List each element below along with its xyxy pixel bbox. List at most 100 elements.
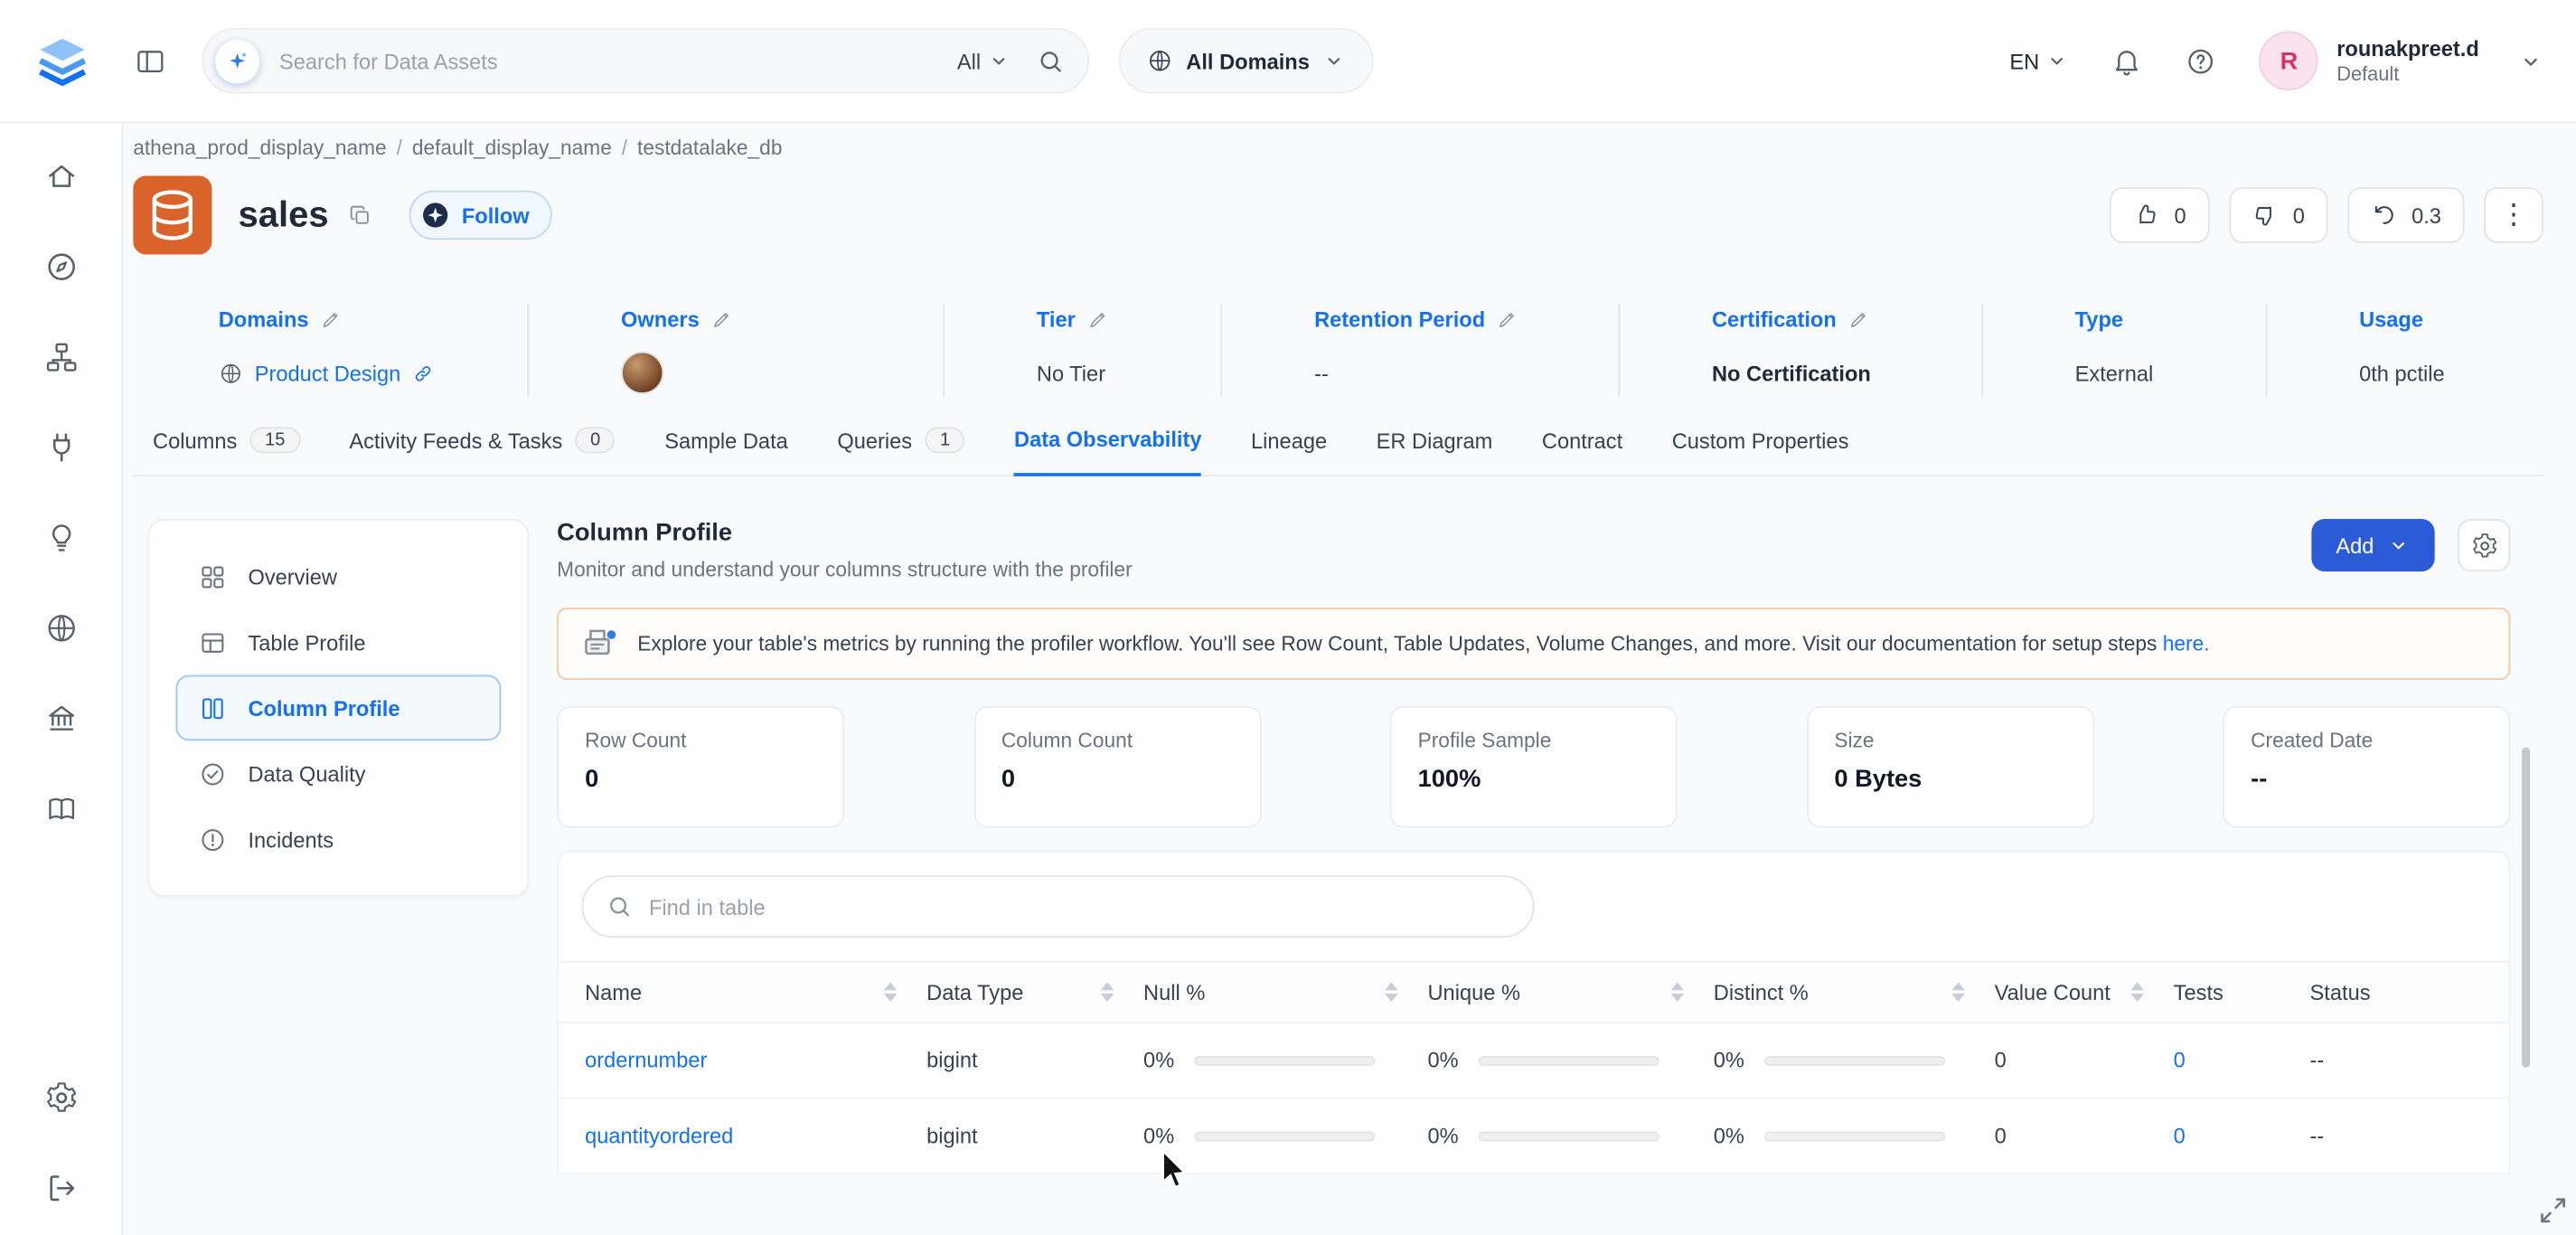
edit-pencil-icon[interactable]: [1087, 309, 1109, 331]
left-nav-rail: [0, 123, 124, 1235]
tab-label: Columns: [153, 428, 238, 453]
profile-nav-incidents[interactable]: Incidents: [175, 806, 501, 872]
copy-icon[interactable]: [348, 203, 372, 227]
edit-pencil-icon[interactable]: [320, 309, 342, 331]
tab-sample-data[interactable]: Sample Data: [664, 427, 788, 475]
tab-columns[interactable]: Columns 15: [153, 427, 300, 475]
section-title: Column Profile: [557, 519, 733, 547]
sidenav-home-button[interactable]: [43, 159, 78, 193]
owner-avatar[interactable]: [621, 351, 664, 394]
usage-label: Usage: [2359, 306, 2424, 332]
app-logo-icon[interactable]: [33, 32, 91, 90]
follow-button[interactable]: Follow: [409, 190, 553, 240]
find-in-table-input[interactable]: [648, 894, 1510, 919]
tests-link[interactable]: 0: [2174, 1123, 2186, 1147]
columns-table-card: Name Data Type Null % Unique % Distinct …: [557, 850, 2511, 1174]
sidenav-glossary-button[interactable]: [43, 792, 78, 826]
sort-icon[interactable]: [1670, 982, 1685, 1003]
table-icon: [199, 628, 227, 656]
search-scope-dropdown[interactable]: All: [957, 49, 1011, 73]
progress-bar: [1763, 1055, 1945, 1066]
sort-icon[interactable]: [1100, 982, 1114, 1003]
sidenav-settings-button[interactable]: [43, 1080, 78, 1115]
home-icon: [48, 165, 74, 187]
help-icon[interactable]: [2186, 45, 2217, 77]
alert-circle-icon: [199, 825, 227, 853]
tier-value: No Tier: [1036, 360, 1106, 385]
notifications-bell-icon[interactable]: [2111, 45, 2143, 77]
sort-icon[interactable]: [1385, 982, 1398, 1003]
profile-nav-table-profile[interactable]: Table Profile: [175, 609, 501, 675]
unique-pct-value: 0%: [1427, 1123, 1459, 1148]
tab-label: Sample Data: [664, 428, 788, 453]
language-selector[interactable]: EN: [2009, 49, 2069, 73]
banner-docs-link[interactable]: here.: [2163, 632, 2210, 655]
version-history-button[interactable]: 0.3: [2347, 187, 2465, 243]
column-name-link[interactable]: ordernumber: [585, 1048, 707, 1072]
find-in-table[interactable]: [581, 875, 1535, 938]
chevron-down-icon: [2518, 49, 2543, 73]
upvote-button[interactable]: 0: [2110, 187, 2210, 243]
stat-label: Size: [1834, 729, 1875, 752]
more-options-button[interactable]: ⋮: [2484, 187, 2543, 243]
search-icon: [606, 893, 633, 919]
resize-handle-icon[interactable]: [2536, 1194, 2569, 1235]
entity-header: sales Follow 0 0 0.3 ⋮: [133, 175, 2543, 255]
sidenav-data-assets-button[interactable]: [43, 340, 78, 374]
tests-link[interactable]: 0: [2174, 1048, 2186, 1072]
all-domains-dropdown[interactable]: All Domains: [1118, 27, 1374, 94]
search-input[interactable]: [278, 48, 957, 73]
sidenav-integrations-button[interactable]: [43, 430, 78, 465]
search-submit-icon[interactable]: [1037, 47, 1065, 75]
type-value: External: [2074, 360, 2154, 385]
chevron-down-icon: [1322, 49, 1345, 71]
stat-label: Created Date: [2251, 729, 2374, 752]
sort-icon[interactable]: [1951, 982, 1965, 1003]
globe-icon: [219, 361, 243, 385]
top-bar: All All Domains EN R: [0, 0, 2576, 124]
tab-lineage[interactable]: Lineage: [1251, 427, 1327, 475]
edit-pencil-icon[interactable]: [710, 309, 732, 331]
profile-nav-overview[interactable]: Overview: [175, 543, 501, 609]
global-search-bar[interactable]: All: [202, 27, 1090, 94]
tab-label: Contract: [1541, 428, 1623, 453]
grid-icon: [199, 562, 227, 590]
breadcrumb-item[interactable]: athena_prod_display_name: [133, 137, 386, 159]
sidebar-toggle-icon[interactable]: [135, 45, 166, 77]
profile-nav-column-profile[interactable]: Column Profile: [175, 674, 502, 741]
edit-pencil-icon[interactable]: [1848, 309, 1870, 331]
edit-pencil-icon[interactable]: [1497, 309, 1518, 331]
tab-contract[interactable]: Contract: [1542, 427, 1622, 475]
tab-activity-feeds[interactable]: Activity Feeds & Tasks 0: [349, 427, 616, 475]
sidenav-domains-button[interactable]: [43, 611, 78, 646]
sidenav-govern-button[interactable]: [43, 702, 78, 736]
breadcrumb-separator: /: [396, 136, 402, 160]
stat-value: 0: [1001, 765, 1015, 794]
sitemap-icon: [45, 343, 76, 372]
col-header-unique-pct: Unique %: [1427, 979, 1520, 1004]
metadata-domains: Domains Product Design: [133, 304, 527, 398]
breadcrumb-item[interactable]: default_display_name: [412, 137, 612, 159]
tab-queries[interactable]: Queries 1: [837, 427, 965, 475]
profile-nav-data-quality[interactable]: Data Quality: [175, 740, 501, 806]
breadcrumb-item[interactable]: testdatalake_db: [637, 137, 782, 159]
sort-icon[interactable]: [2130, 982, 2144, 1003]
certification-value: No Certification: [1711, 360, 1871, 385]
scrollbar-thumb[interactable]: [2522, 747, 2531, 1068]
tab-data-observability[interactable]: Data Observability: [1013, 427, 1202, 476]
sidenav-explore-button[interactable]: [43, 250, 78, 284]
tab-custom-properties[interactable]: Custom Properties: [1672, 427, 1849, 475]
profiler-settings-button[interactable]: [2458, 519, 2511, 572]
user-menu[interactable]: R rounakpreet.d Default: [2259, 31, 2543, 90]
add-button[interactable]: Add: [2311, 519, 2435, 572]
downvote-button[interactable]: 0: [2228, 187, 2328, 243]
user-team: Default: [2336, 61, 2400, 85]
domain-link[interactable]: Product Design: [255, 361, 401, 385]
sort-icon[interactable]: [883, 982, 898, 1003]
sidenav-insights-button[interactable]: [43, 521, 78, 555]
sidenav-logout-button[interactable]: [43, 1171, 78, 1205]
link-icon: [415, 365, 431, 381]
tab-er-diagram[interactable]: ER Diagram: [1377, 427, 1493, 475]
column-name-link[interactable]: quantityordered: [585, 1123, 733, 1147]
metadata-usage: Usage 0th pctile: [2265, 304, 2543, 398]
